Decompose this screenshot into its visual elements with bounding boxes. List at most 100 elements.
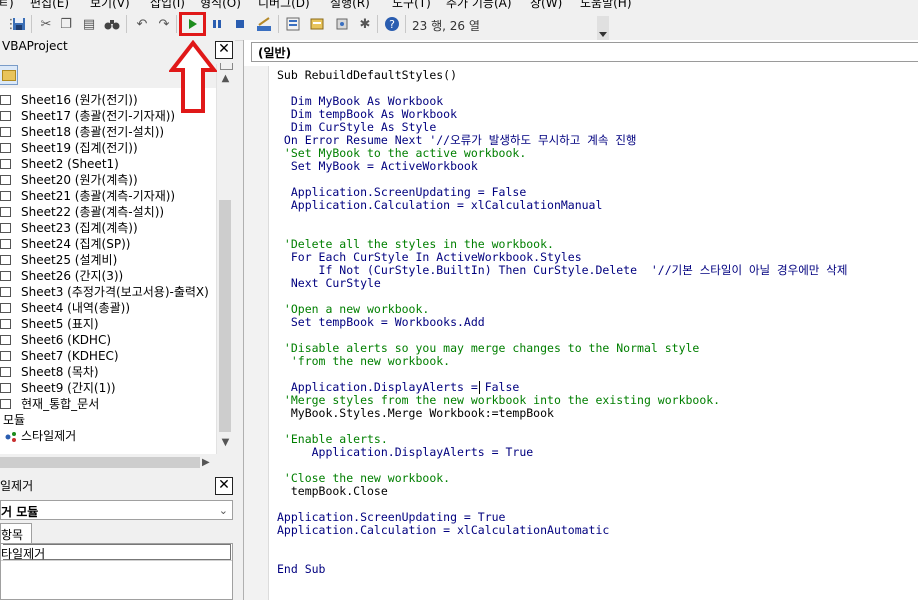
tab-categorized[interactable]: 항목별 bbox=[0, 523, 32, 559]
properties-title: 일제거 bbox=[0, 479, 34, 493]
grip-icon bbox=[220, 63, 233, 70]
toolbar-separator bbox=[176, 15, 177, 33]
properties-titlebar: 일제거 ✕ bbox=[0, 475, 235, 497]
tree-item-label: Sheet6 (KDHC) bbox=[21, 333, 112, 347]
standard-toolbar: ⋮ ✂ ❐ ▤ ↶ ↷ ✱ ? 23 행, 26 열 bbox=[0, 10, 918, 42]
properties-window-icon[interactable] bbox=[308, 15, 326, 33]
code-line: Application.DisplayAlerts = True bbox=[277, 445, 534, 459]
project-tree: Sheet16 (원가(전기)) Sheet17 (총괄(전기-기자재)) Shee… bbox=[0, 88, 216, 454]
break-pause-icon[interactable] bbox=[208, 15, 226, 33]
redo-icon[interactable]: ↷ bbox=[155, 15, 173, 33]
scroll-down-icon[interactable]: ▼ bbox=[217, 436, 234, 450]
toolbar-separator bbox=[377, 15, 378, 33]
sheet-icon bbox=[0, 191, 11, 201]
tree-item-label: Sheet22 (총괄(계측-설치)) bbox=[21, 205, 165, 219]
cursor-position-text: 23 행, 26 열 bbox=[412, 19, 480, 33]
undo-icon[interactable]: ↶ bbox=[133, 15, 151, 33]
toolbar-separator bbox=[126, 15, 127, 33]
tree-item-label: Sheet16 (원가(전기)) bbox=[21, 93, 138, 107]
tree-item-label: Sheet17 (총괄(전기-기자재)) bbox=[21, 109, 176, 123]
code-line: End Sub bbox=[277, 562, 326, 576]
module-icon bbox=[4, 431, 18, 442]
menu-item[interactable]: 도구(T) bbox=[392, 0, 431, 10]
scroll-up-icon[interactable]: ▲ bbox=[217, 72, 234, 86]
tree-item-label: Sheet4 (내역(총괄)) bbox=[21, 301, 131, 315]
tree-item-label: Sheet21 (총괄(계측-기자재)) bbox=[21, 189, 176, 203]
sheet-icon bbox=[0, 223, 11, 233]
sheet-icon bbox=[0, 383, 11, 393]
code-line: 'from the new workbook. bbox=[277, 354, 451, 368]
menu-item[interactable]: 형식(O) bbox=[200, 0, 241, 10]
properties-object-select[interactable]: 거 모듈 ⌄ bbox=[0, 500, 233, 520]
project-explorer-title: VBAProject bbox=[2, 39, 68, 53]
sheet-icon bbox=[0, 335, 11, 345]
tree-item-label: Sheet24 (집계(SP)) bbox=[21, 237, 131, 251]
find-icon[interactable] bbox=[103, 15, 121, 33]
close-icon: ✕ bbox=[218, 41, 230, 57]
menu-item[interactable]: 보기(V) bbox=[90, 0, 130, 10]
scrollbar-thumb[interactable] bbox=[0, 457, 200, 468]
tree-item-label: 스타일제거 bbox=[21, 429, 77, 443]
tree-item-label: Sheet9 (간지(1)) bbox=[21, 381, 116, 395]
menu-item[interactable]: 추가 기능(A) bbox=[446, 0, 512, 10]
menu-item[interactable]: 삽입(I) bbox=[150, 0, 185, 10]
sheet-icon bbox=[0, 159, 11, 169]
procedure-combo-value: (일반) bbox=[258, 46, 292, 60]
toolbox-icon[interactable]: ✱ bbox=[356, 15, 374, 33]
tree-item-label: Sheet19 (집계(전기)) bbox=[21, 141, 138, 155]
toolbar-separator bbox=[405, 15, 406, 33]
project-tree-horizontal-scrollbar[interactable]: ▶ bbox=[0, 454, 233, 471]
copy-icon[interactable]: ❐ bbox=[57, 15, 75, 33]
code-line: Set MyBook = ActiveWorkbook bbox=[277, 159, 478, 173]
properties-object-select-value: 거 모듈 bbox=[1, 505, 39, 519]
sheet-icon bbox=[0, 399, 11, 409]
menu-item[interactable]: 디버그(D) bbox=[258, 0, 310, 10]
menu-item[interactable]: 창(W) bbox=[530, 0, 562, 10]
object-browser-icon[interactable] bbox=[333, 15, 351, 33]
tree-item-label: Sheet18 (총괄(전기-설치)) bbox=[21, 125, 165, 139]
code-editor[interactable]: Sub RebuildDefaultStyles() Dim MyBook As… bbox=[269, 66, 918, 600]
code-line: MyBook.Styles.Merge Workbook:=tempBook bbox=[277, 406, 554, 420]
toolbar-overflow-chevron[interactable] bbox=[597, 16, 609, 42]
sheet-icon bbox=[0, 271, 11, 281]
procedure-combo[interactable]: (일반) bbox=[251, 42, 918, 62]
sheet-icon bbox=[0, 239, 11, 249]
toggle-folders-button[interactable] bbox=[0, 65, 18, 85]
code-line: tempBook.Close bbox=[277, 484, 388, 498]
red-up-arrow-annotation bbox=[169, 40, 217, 113]
menu-item[interactable]: 편집(E) bbox=[30, 0, 69, 10]
paste-icon[interactable]: ▤ bbox=[80, 15, 98, 33]
help-icon[interactable]: ? bbox=[383, 15, 401, 33]
project-tree-vertical-scrollbar[interactable]: ▲ ▼ bbox=[216, 63, 234, 454]
tree-item-label: Sheet8 (목차) bbox=[21, 365, 99, 379]
scrollbar-thumb[interactable] bbox=[219, 200, 231, 432]
run-button-highlight-box bbox=[179, 12, 206, 36]
project-explorer-close-button[interactable]: ✕ bbox=[215, 41, 233, 59]
scroll-right-icon[interactable]: ▶ bbox=[202, 454, 210, 471]
sheet-icon bbox=[0, 111, 11, 121]
menu-bar: ㅌ) 편집(E) 보기(V) 삽입(I) 형식(O) 디버그(D) 실행(R) 도구(T) 추가… bbox=[0, 0, 918, 10]
tree-item-label: Sheet5 (표지) bbox=[21, 317, 99, 331]
reset-stop-icon[interactable] bbox=[231, 15, 249, 33]
close-icon: ✕ bbox=[218, 477, 230, 493]
menu-item[interactable]: ㅌ) bbox=[0, 0, 14, 10]
chevron-down-icon: ⌄ bbox=[218, 504, 228, 517]
cut-icon[interactable]: ✂ bbox=[37, 15, 55, 33]
sheet-icon bbox=[0, 207, 11, 217]
tree-item-label: 모듈 bbox=[3, 413, 26, 427]
sheet-icon bbox=[0, 127, 11, 137]
sheet-icon bbox=[0, 351, 11, 361]
menu-item[interactable]: 실행(R) bbox=[330, 0, 370, 10]
design-mode-icon[interactable] bbox=[255, 15, 273, 33]
properties-close-button[interactable]: ✕ bbox=[215, 477, 233, 495]
tree-item-label: Sheet23 (집계(계측)) bbox=[21, 221, 138, 235]
menu-item[interactable]: 도움말(H) bbox=[580, 0, 632, 10]
code-margin-indicator-bar[interactable] bbox=[244, 66, 269, 600]
folder-icon bbox=[2, 70, 16, 81]
save-icon[interactable] bbox=[10, 15, 28, 33]
code-line: Next CurStyle bbox=[277, 276, 381, 290]
code-window: (일반) Sub RebuildDefaultStyles() Dim MyBo… bbox=[243, 40, 918, 600]
project-explorer-icon[interactable] bbox=[284, 15, 302, 33]
code-line: Application.Calculation = xlCalculationA… bbox=[277, 523, 610, 537]
code-line: Set tempBook = Workbooks.Add bbox=[277, 315, 485, 329]
